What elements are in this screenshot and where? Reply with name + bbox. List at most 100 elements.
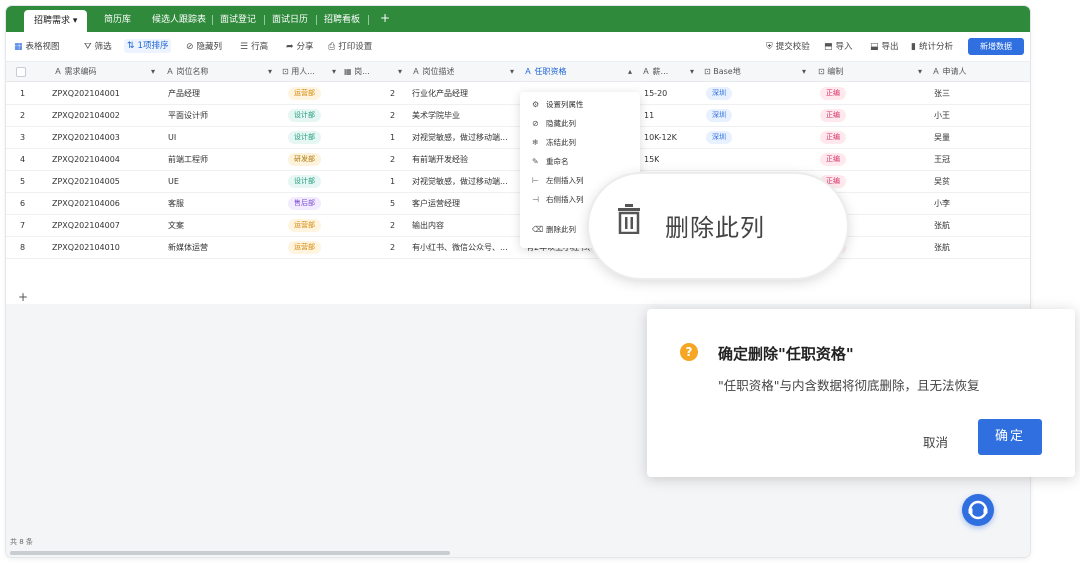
cell-base-tag[interactable]: 深圳 bbox=[706, 87, 732, 100]
cancel-button[interactable]: 取消 bbox=[923, 432, 948, 451]
col-header-desc[interactable]: Ａ 岗位描述 bbox=[412, 66, 455, 78]
cell-description[interactable]: 对视觉敏感，做过移动端... bbox=[412, 132, 520, 144]
new-record-button[interactable]: 新增数据 bbox=[968, 38, 1024, 55]
menu-item-hide-column[interactable]: ⊘ 隐藏此列 bbox=[520, 114, 640, 134]
table-row[interactable]: 1 ZPXQ202104001 产品经理 运营部 2 行业化产品经理 15-20 深圳 正编 张三 bbox=[6, 83, 1030, 105]
cell-code[interactable]: ZPXQ202104007 bbox=[52, 220, 120, 232]
cell-position[interactable]: 平面设计师 bbox=[168, 110, 208, 122]
cell-code[interactable]: ZPXQ202104002 bbox=[52, 110, 120, 122]
select-all-checkbox[interactable] bbox=[16, 67, 26, 77]
cell-headcount-tag[interactable]: 正编 bbox=[820, 87, 846, 100]
cell-applicant[interactable]: 吴量 bbox=[934, 132, 950, 144]
cell-headcount-tag[interactable]: 正编 bbox=[820, 153, 846, 166]
cell-count[interactable]: 2 bbox=[390, 110, 395, 122]
cell-position[interactable]: 新媒体运营 bbox=[168, 242, 208, 254]
col-header-applicant[interactable]: Ａ 申请人 bbox=[932, 66, 967, 78]
cell-dept-tag[interactable]: 设计部 bbox=[288, 109, 321, 122]
cell-description[interactable]: 美术学院毕业 bbox=[412, 110, 520, 122]
stats-button[interactable]: ▮ 统计分析 bbox=[911, 40, 953, 54]
cell-count[interactable]: 5 bbox=[390, 198, 395, 210]
import-button[interactable]: ⬒ 导入 bbox=[824, 40, 853, 54]
col-sort-up-icon[interactable]: ▴ bbox=[628, 66, 632, 78]
cell-salary[interactable]: 11 bbox=[644, 110, 654, 122]
cell-applicant[interactable]: 吴贫 bbox=[934, 176, 950, 188]
table-row[interactable]: 6 ZPXQ202104006 客服 售后部 5 客户运营经理 小李 bbox=[6, 193, 1030, 215]
tab-candidate-tracking[interactable]: 候选人跟踪表 bbox=[152, 11, 206, 32]
cell-code[interactable]: ZPXQ202104004 bbox=[52, 154, 120, 166]
add-tab-button[interactable]: + bbox=[380, 9, 390, 30]
cell-headcount-tag[interactable]: 正编 bbox=[820, 131, 846, 144]
cell-salary[interactable]: 10K-12K bbox=[644, 132, 677, 144]
cell-applicant[interactable]: 小王 bbox=[934, 110, 950, 122]
col-dropdown-icon[interactable]: ▾ bbox=[690, 66, 694, 78]
cell-description[interactable]: 输出内容 bbox=[412, 220, 520, 232]
tab-resume-library[interactable]: 简历库 bbox=[104, 11, 131, 32]
cell-dept-tag[interactable]: 运营部 bbox=[288, 241, 321, 254]
share-button[interactable]: ➦ 分享 bbox=[286, 40, 314, 54]
cell-code[interactable]: ZPXQ202104005 bbox=[52, 176, 120, 188]
menu-item-column-properties[interactable]: ⚙ 设置列属性 bbox=[520, 95, 640, 115]
col-dropdown-icon[interactable]: ▾ bbox=[332, 66, 336, 78]
table-row[interactable]: 5 ZPXQ202104005 UE 设计部 1 对视觉敏感，做过移动端... 正编 吴贫 bbox=[6, 171, 1030, 193]
col-dropdown-icon[interactable]: ▾ bbox=[510, 66, 514, 78]
cell-position[interactable]: UE bbox=[168, 176, 179, 188]
col-header-code[interactable]: Ａ 需求编码 bbox=[54, 66, 97, 78]
tab-interview-register[interactable]: 面试登记 bbox=[220, 11, 256, 32]
submit-verify-button[interactable]: ⛨ 提交校验 bbox=[766, 40, 810, 54]
cell-salary[interactable]: 15K bbox=[644, 154, 659, 166]
cell-position[interactable]: 前端工程师 bbox=[168, 154, 208, 166]
cell-code[interactable]: ZPXQ202104001 bbox=[52, 88, 120, 100]
cell-base-tag[interactable]: 深圳 bbox=[706, 131, 732, 144]
cell-applicant[interactable]: 王冠 bbox=[934, 154, 950, 166]
col-header-headcount[interactable]: ⊡ 编制 bbox=[818, 66, 843, 78]
cell-description[interactable]: 行业化产品经理 bbox=[412, 88, 520, 100]
tab-recruit-needs[interactable]: 招聘需求 ▾ bbox=[24, 10, 88, 32]
cell-base-tag[interactable]: 深圳 bbox=[706, 109, 732, 122]
cell-dept-tag[interactable]: 售后部 bbox=[288, 197, 321, 210]
col-header-dept[interactable]: ⊡ 用人... bbox=[282, 66, 315, 78]
cell-applicant[interactable]: 小李 bbox=[934, 198, 950, 210]
row-height-button[interactable]: ☰ 行高 bbox=[240, 40, 268, 54]
cell-applicant[interactable]: 张三 bbox=[934, 88, 950, 100]
cell-dept-tag[interactable]: 运营部 bbox=[288, 219, 321, 232]
table-row[interactable]: 4 ZPXQ202104004 前端工程师 研发部 2 有前端开发经验 15K 正编 王冠 bbox=[6, 149, 1030, 171]
col-dropdown-icon[interactable]: ▾ bbox=[268, 66, 272, 78]
menu-item-rename[interactable]: ✎ 重命名 bbox=[520, 152, 640, 172]
col-dropdown-icon[interactable]: ▾ bbox=[802, 66, 806, 78]
col-dropdown-icon[interactable]: ▾ bbox=[398, 66, 402, 78]
col-dropdown-icon[interactable]: ▾ bbox=[918, 66, 922, 78]
cell-description[interactable]: 对视觉敏感，做过移动端... bbox=[412, 176, 520, 188]
cell-position[interactable]: 客服 bbox=[168, 198, 184, 210]
filter-button[interactable]: ⛛ 筛选 bbox=[84, 40, 112, 54]
cell-salary[interactable]: 15-20 bbox=[644, 88, 667, 100]
add-row-button[interactable]: + bbox=[18, 290, 28, 304]
col-header-position[interactable]: Ａ 岗位名称 bbox=[166, 66, 209, 78]
cell-position[interactable]: 产品经理 bbox=[168, 88, 200, 100]
col-header-salary[interactable]: Ａ 薪... bbox=[642, 66, 668, 78]
print-settings-button[interactable]: ⎙ 打印设置 bbox=[328, 40, 372, 54]
cell-code[interactable]: ZPXQ202104006 bbox=[52, 198, 120, 210]
help-support-button[interactable] bbox=[962, 494, 994, 526]
cell-code[interactable]: ZPXQ202104003 bbox=[52, 132, 120, 144]
cell-dept-tag[interactable]: 研发部 bbox=[288, 153, 321, 166]
view-switch[interactable]: ▦ 表格视图 bbox=[14, 40, 60, 54]
table-row[interactable]: 8ZPXQ202104010新媒体运营运营部2有小红书、微信公众号、...有2年… bbox=[6, 237, 1030, 259]
cell-dept-tag[interactable]: 设计部 bbox=[288, 131, 321, 144]
cell-count[interactable]: 2 bbox=[390, 154, 395, 166]
table-row[interactable]: 7ZPXQ202104007文案运营部2输出内容3年工作经验正编张航 bbox=[6, 215, 1030, 237]
hide-columns-button[interactable]: ⊘ 隐藏列 bbox=[186, 40, 222, 54]
cell-count[interactable]: 2 bbox=[390, 88, 395, 100]
export-button[interactable]: ⬓ 导出 bbox=[870, 40, 899, 54]
cell-count[interactable]: 2 bbox=[390, 220, 395, 232]
table-row[interactable]: 3 ZPXQ202104003 UI 设计部 1 对视觉敏感，做过移动端... 10K-12… bbox=[6, 127, 1030, 149]
table-row[interactable]: 2 ZPXQ202104002 平面设计师 设计部 2 美术学院毕业 11 深圳 正编 小王 bbox=[6, 105, 1030, 127]
col-dropdown-icon[interactable]: ▾ bbox=[151, 66, 155, 78]
cell-applicant[interactable]: 张航 bbox=[934, 220, 950, 232]
cell-code[interactable]: ZPXQ202104010 bbox=[52, 242, 120, 254]
cell-applicant[interactable]: 张航 bbox=[934, 242, 950, 254]
confirm-button[interactable]: 确定 bbox=[978, 419, 1042, 455]
sort-button[interactable]: ⇅ 1项排序 bbox=[124, 39, 172, 53]
tab-recruit-board[interactable]: 招聘看板 bbox=[324, 11, 360, 32]
cell-position[interactable]: 文案 bbox=[168, 220, 184, 232]
cell-description[interactable]: 有前端开发经验 bbox=[412, 154, 520, 166]
